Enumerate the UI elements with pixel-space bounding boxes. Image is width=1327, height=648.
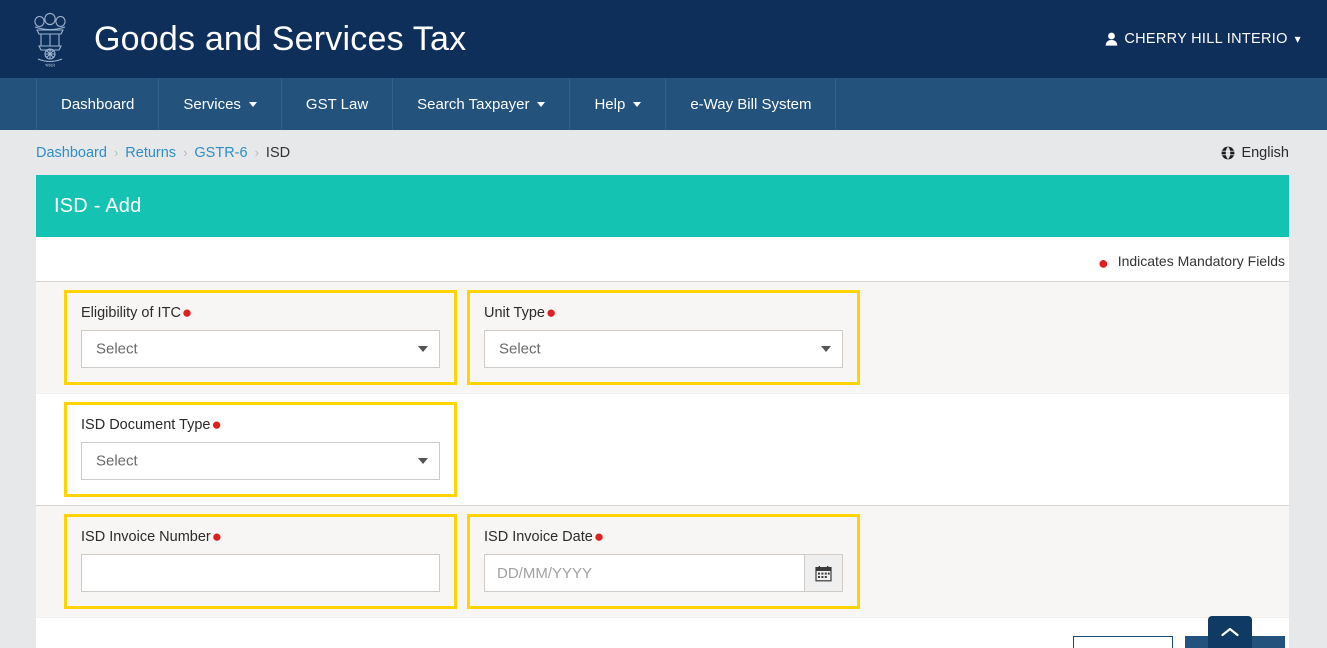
chevron-down-icon: ▾ bbox=[1294, 32, 1301, 46]
breadcrumb-item-gstr6[interactable]: GSTR-6 bbox=[194, 145, 247, 161]
content-panel: ISD - Add ● Indicates Mandatory Fields E… bbox=[36, 175, 1289, 648]
chevron-down-icon bbox=[418, 458, 428, 464]
nav-label: e-Way Bill System bbox=[690, 95, 812, 113]
field-label: ISD Invoice Number● bbox=[81, 527, 440, 546]
isd-invoice-number-input[interactable] bbox=[81, 554, 440, 592]
required-dot-icon: ● bbox=[181, 303, 193, 322]
nav-label: Dashboard bbox=[61, 95, 135, 113]
form-actions: BACK SAVE bbox=[36, 618, 1289, 648]
field-label-text: ISD Document Type bbox=[81, 417, 211, 433]
nav-item-gst-law[interactable]: GST Law bbox=[282, 78, 394, 130]
required-dot-icon: ● bbox=[546, 303, 557, 322]
field-label-text: ISD Invoice Date bbox=[484, 529, 593, 545]
breadcrumb-separator-icon: › bbox=[254, 145, 259, 160]
nav-label: Search Taxpayer bbox=[417, 95, 530, 113]
required-dot-icon: ● bbox=[593, 527, 605, 546]
breadcrumb-item-returns[interactable]: Returns bbox=[125, 145, 176, 161]
nav-item-search-taxpayer[interactable]: Search Taxpayer bbox=[393, 78, 571, 130]
scroll-to-top-button[interactable] bbox=[1208, 616, 1252, 648]
form-row: Eligibility of ITC● Select Unit Type● Se… bbox=[36, 281, 1289, 394]
field-label: Eligibility of ITC● bbox=[81, 303, 440, 322]
calendar-icon[interactable] bbox=[803, 554, 843, 592]
isd-invoice-date-group bbox=[484, 554, 843, 592]
eligibility-of-itc-select[interactable]: Select bbox=[81, 330, 440, 368]
breadcrumb-separator-icon: › bbox=[183, 145, 188, 160]
mandatory-note-label: Indicates Mandatory Fields bbox=[1117, 253, 1285, 269]
main-navigation: Dashboard Services GST Law Search Taxpay… bbox=[0, 78, 1327, 130]
field-isd-document-type: ISD Document Type● Select bbox=[64, 402, 457, 497]
page-title: ISD - Add bbox=[36, 175, 1289, 237]
field-label: ISD Document Type● bbox=[81, 415, 440, 434]
isd-invoice-date-input[interactable] bbox=[484, 554, 804, 592]
select-value: Select bbox=[499, 340, 541, 358]
field-label-text: ISD Invoice Number bbox=[81, 529, 211, 545]
chevron-down-icon bbox=[821, 346, 831, 352]
user-name-label: CHERRY HILL INTERIO bbox=[1124, 31, 1288, 47]
svg-text:भारत: भारत bbox=[45, 63, 55, 69]
breadcrumb-item-dashboard[interactable]: Dashboard bbox=[36, 145, 107, 161]
nav-item-eway-bill-system[interactable]: e-Way Bill System bbox=[666, 78, 837, 130]
chevron-down-icon bbox=[633, 101, 642, 107]
required-dot-icon: ● bbox=[211, 415, 222, 434]
breadcrumb-separator-icon: › bbox=[113, 145, 119, 160]
site-title: Goods and Services Tax bbox=[94, 19, 467, 58]
india-national-emblem-icon: भारत bbox=[24, 6, 76, 72]
chevron-down-icon bbox=[418, 346, 428, 352]
site-header: भारत Goods and Services Tax CHERRY HILL … bbox=[0, 0, 1327, 78]
nav-label: Help bbox=[594, 95, 626, 113]
nav-label: GST Law bbox=[305, 95, 369, 113]
breadcrumb-current-isd: ISD bbox=[265, 144, 291, 161]
page-root: भारत Goods and Services Tax CHERRY HILL … bbox=[0, 0, 1327, 648]
field-label-text: Eligibility of ITC bbox=[81, 305, 181, 321]
field-label: Unit Type● bbox=[484, 303, 843, 322]
field-label: ISD Invoice Date● bbox=[484, 527, 843, 546]
isd-document-type-select[interactable]: Select bbox=[81, 442, 440, 480]
field-unit-type: Unit Type● Select bbox=[467, 290, 860, 385]
nav-label: Services bbox=[183, 95, 241, 113]
nav-item-services[interactable]: Services bbox=[159, 78, 282, 130]
field-isd-invoice-number: ISD Invoice Number● bbox=[64, 514, 457, 609]
select-value: Select bbox=[96, 452, 138, 470]
chevron-down-icon bbox=[248, 101, 257, 107]
form-row: ISD Invoice Number● ISD Invoice Date● bbox=[36, 505, 1289, 618]
form-row: ISD Document Type● Select bbox=[36, 394, 1289, 505]
select-value: Select bbox=[96, 340, 138, 358]
user-icon bbox=[1105, 32, 1118, 46]
user-menu[interactable]: CHERRY HILL INTERIO ▾ bbox=[1105, 31, 1301, 47]
back-button[interactable]: BACK bbox=[1073, 636, 1173, 648]
unit-type-select[interactable]: Select bbox=[484, 330, 843, 368]
language-selector[interactable]: English bbox=[1221, 145, 1289, 161]
form-body: ● Indicates Mandatory Fields Eligibility… bbox=[36, 237, 1289, 648]
globe-icon bbox=[1221, 146, 1235, 160]
chevron-up-icon bbox=[1221, 627, 1239, 636]
mandatory-fields-note: ● Indicates Mandatory Fields bbox=[1097, 253, 1285, 273]
nav-item-help[interactable]: Help bbox=[570, 78, 667, 130]
language-label: English bbox=[1241, 144, 1289, 161]
field-isd-invoice-date: ISD Invoice Date● bbox=[467, 514, 860, 609]
required-dot-icon: ● bbox=[211, 527, 223, 546]
breadcrumb: Dashboard › Returns › GSTR-6 › ISD Engli… bbox=[0, 130, 1327, 175]
field-label-text: Unit Type bbox=[484, 305, 545, 321]
field-eligibility-of-itc: Eligibility of ITC● Select bbox=[64, 290, 457, 385]
chevron-down-icon bbox=[537, 101, 546, 107]
nav-item-dashboard[interactable]: Dashboard bbox=[36, 78, 160, 130]
